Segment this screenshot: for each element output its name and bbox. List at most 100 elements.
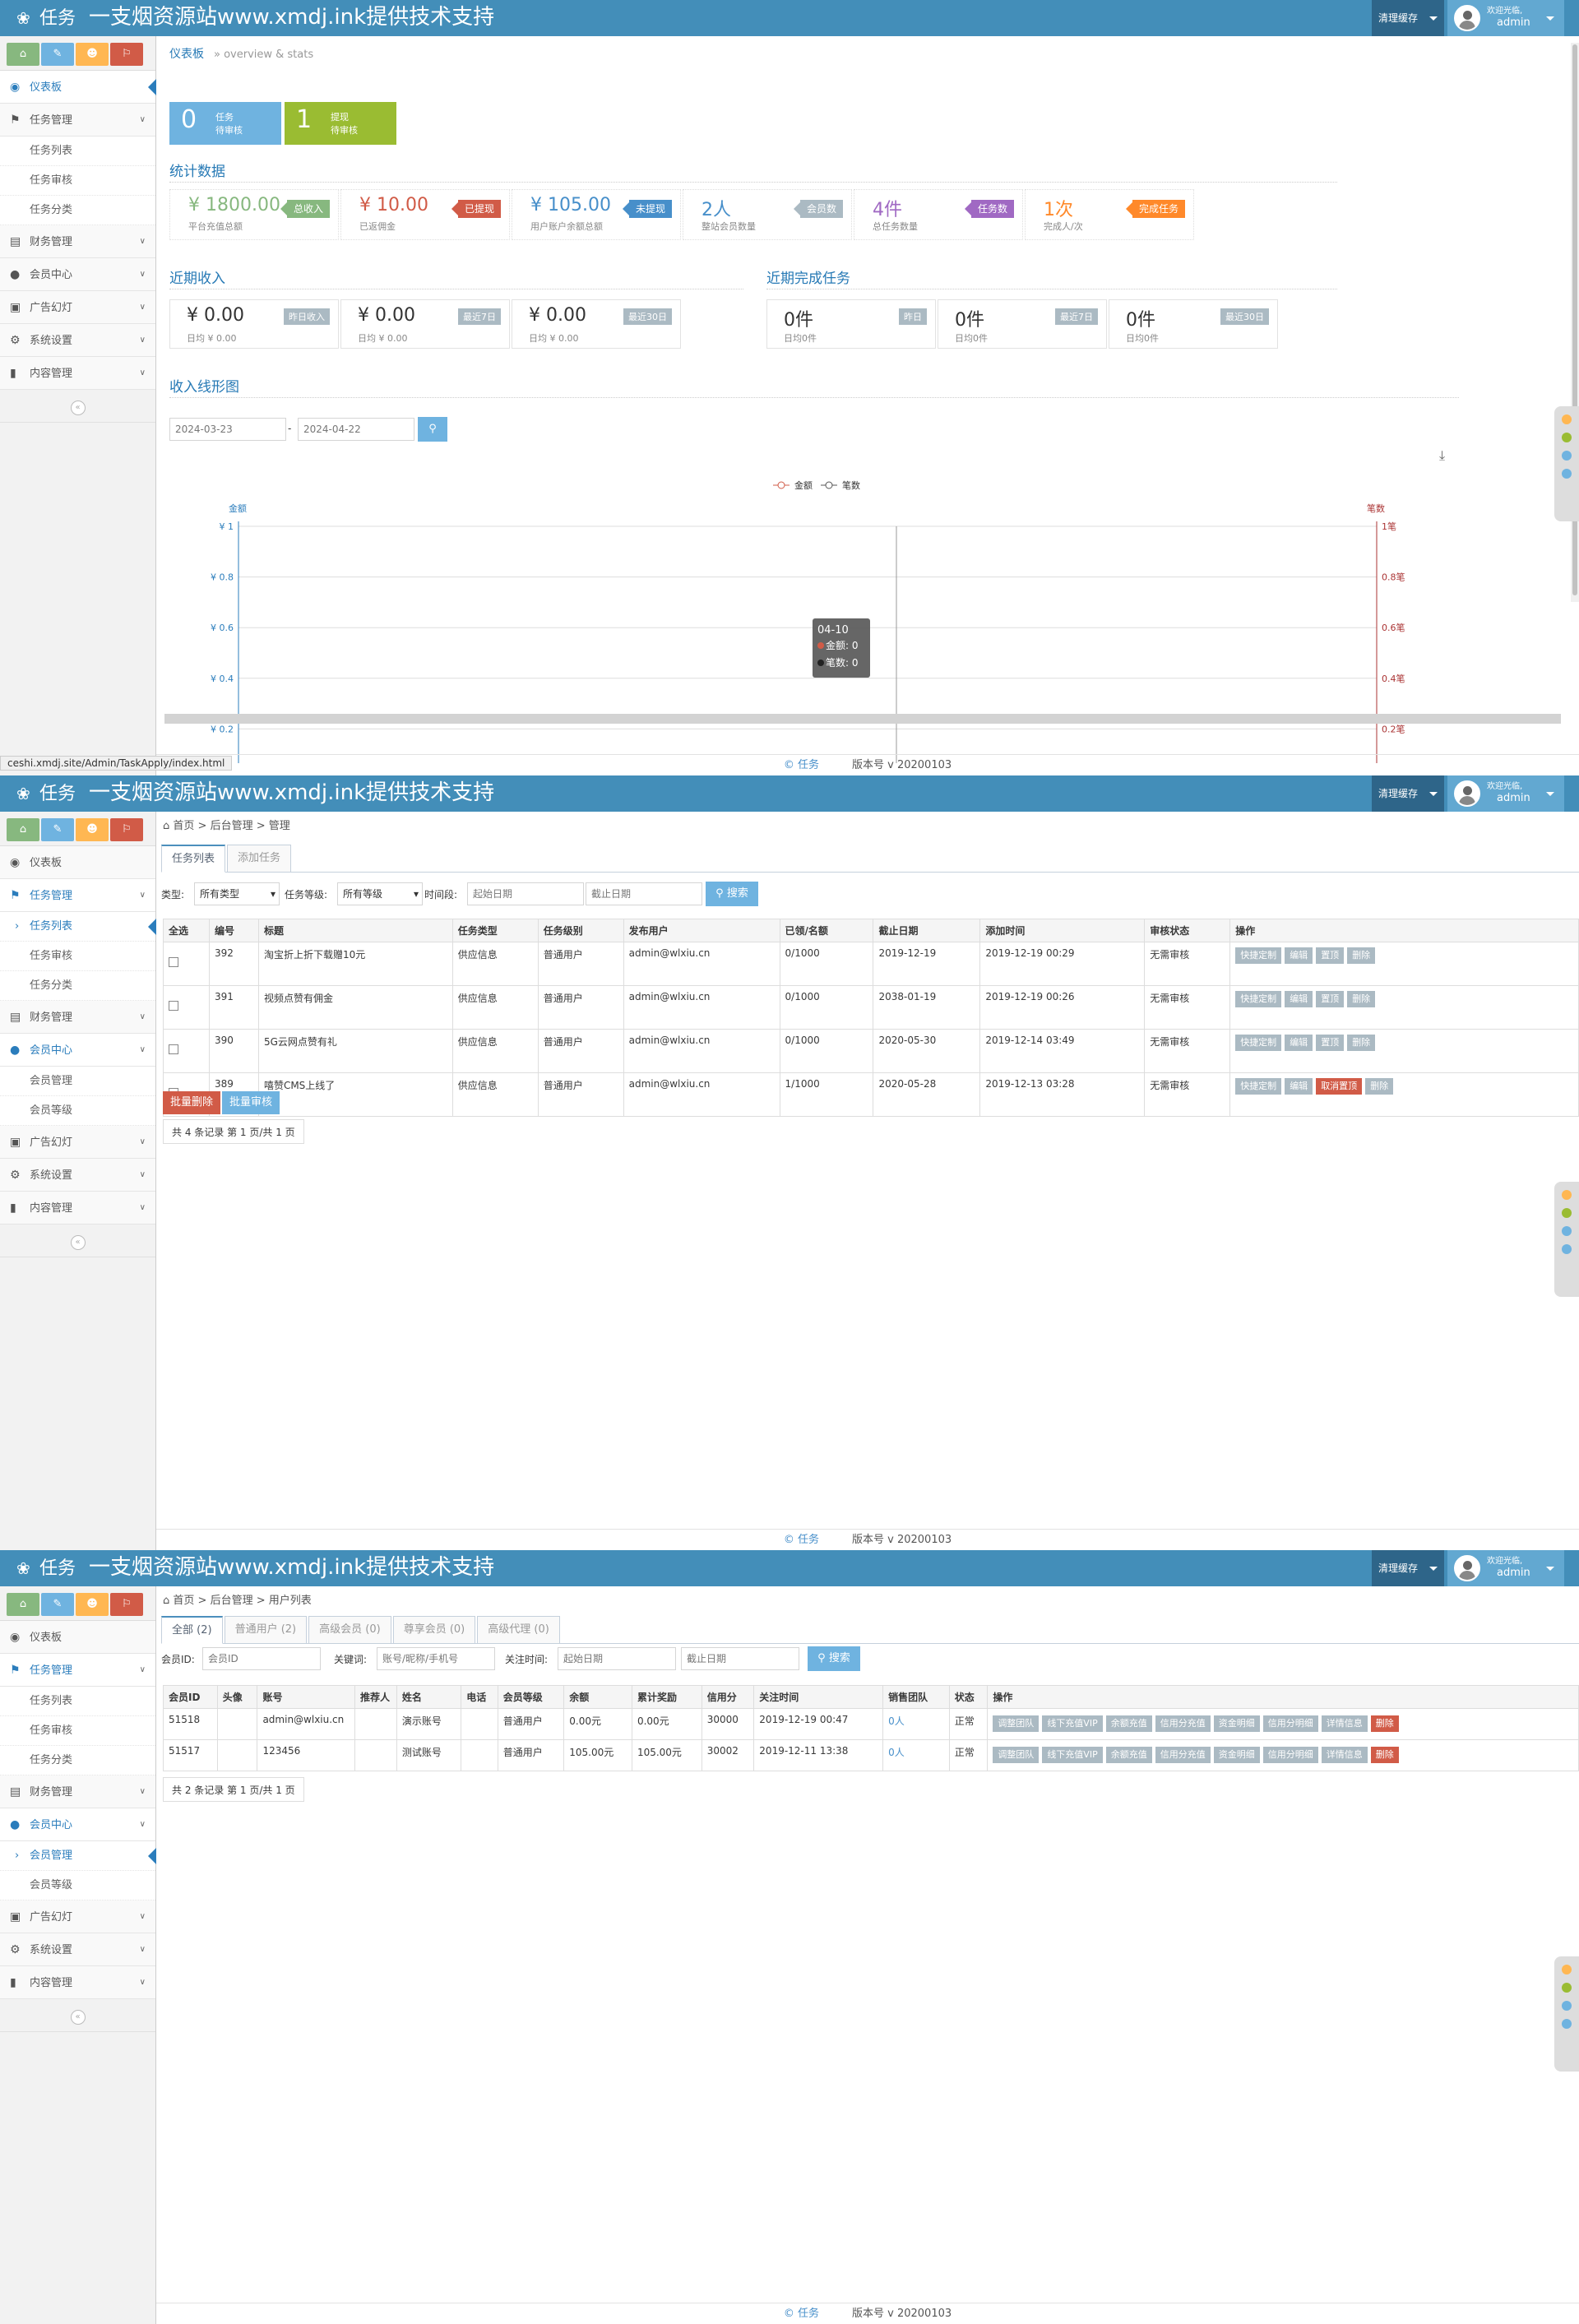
tab-user-filter[interactable]: 全部 (2) xyxy=(161,1616,223,1644)
batch-delete-button[interactable]: 批量删除 xyxy=(163,1091,220,1114)
delete-button[interactable]: 删除 xyxy=(1365,1078,1394,1095)
user-menu[interactable]: 欢迎光临, admin xyxy=(1447,0,1564,36)
member-team-link[interactable]: 0人 xyxy=(882,1708,950,1740)
user-action-button[interactable]: 线下充值VIP xyxy=(1042,1715,1103,1732)
sidebar-subitem-task-cat[interactable]: 任务分类 xyxy=(0,196,155,225)
edit-button[interactable]: 编辑 xyxy=(1285,1078,1313,1095)
user-action-button[interactable]: 详情信息 xyxy=(1321,1747,1368,1763)
sidebar-item-member[interactable]: ● 会员中心 ∨ xyxy=(0,1034,155,1067)
user-action-button[interactable]: 信用分充值 xyxy=(1155,1715,1211,1732)
tab-user-filter[interactable]: 高级会员 (0) xyxy=(308,1616,391,1644)
sidebar-item-ads[interactable]: ▣ 广告幻灯 ∨ xyxy=(0,1900,155,1933)
bell-shortcut-icon[interactable]: ⚐ xyxy=(110,818,143,841)
clear-cache-button[interactable]: 清理缓存 xyxy=(1372,1550,1444,1586)
user-action-button[interactable]: 资金明细 xyxy=(1213,1715,1260,1732)
sidebar-collapse-button[interactable]: « xyxy=(0,1224,155,1257)
sidebar-item-content[interactable]: ▮ 内容管理 ∨ xyxy=(0,357,155,390)
user-action-button[interactable]: 资金明细 xyxy=(1213,1747,1260,1763)
user-action-button[interactable]: 线下充值VIP xyxy=(1042,1747,1103,1763)
end-date-input[interactable]: 截止日期 xyxy=(586,882,702,905)
tab-task-list[interactable]: 任务列表 xyxy=(161,845,226,873)
sidebar-item-content[interactable]: ▮ 内容管理 ∨ xyxy=(0,1192,155,1224)
crumb-home[interactable]: 首页 xyxy=(173,820,194,832)
sidebar-subitem-task-audit[interactable]: 任务审核 xyxy=(0,166,155,196)
pencil-shortcut-icon[interactable]: ✎ xyxy=(41,43,74,66)
member-team-link[interactable]: 0人 xyxy=(882,1739,950,1771)
user-action-button[interactable]: 信用分明细 xyxy=(1262,1747,1318,1763)
keyword-input[interactable]: 账号/昵称/手机号 xyxy=(377,1647,495,1670)
user-action-button[interactable]: 信用分充值 xyxy=(1155,1747,1211,1763)
brand[interactable]: ❀ 任务 一支烟资源站www.xmdj.ink提供技术支持 xyxy=(16,1554,494,1582)
start-date-input[interactable]: 起始日期 xyxy=(467,882,584,905)
unpin-button[interactable]: 取消置顶 xyxy=(1316,1078,1363,1095)
start-date-input[interactable]: 起始日期 xyxy=(558,1647,676,1670)
sidebar-item-task-mgmt[interactable]: ⚑ 任务管理 ∨ xyxy=(0,1654,155,1687)
sidebar-subitem-task-audit[interactable]: 任务审核 xyxy=(0,942,155,971)
user-action-button[interactable]: 余额充值 xyxy=(1105,1747,1152,1763)
sidebar-item-system[interactable]: ⚙ 系统设置 ∨ xyxy=(0,324,155,357)
user-action-button[interactable]: 删除 xyxy=(1370,1715,1399,1732)
pencil-shortcut-icon[interactable]: ✎ xyxy=(41,818,74,841)
column-header[interactable]: 全选 xyxy=(163,919,210,942)
sidebar-collapse-button[interactable]: « xyxy=(0,390,155,423)
edit-button[interactable]: 编辑 xyxy=(1285,947,1313,964)
side-toolbar[interactable] xyxy=(1554,1956,1579,2072)
sidebar-item-member[interactable]: ● 会员中心 ∨ xyxy=(0,258,155,291)
edit-button[interactable]: 编辑 xyxy=(1285,991,1313,1007)
sidebar-item-task-mgmt[interactable]: ⚑ 任务管理 ∨ xyxy=(0,879,155,912)
sidebar-subitem-task-list[interactable]: 任务列表 xyxy=(0,137,155,166)
bell-shortcut-icon[interactable]: ⚐ xyxy=(110,43,143,66)
level-select[interactable]: 所有等级 ▾ xyxy=(337,882,423,905)
delete-button[interactable]: 删除 xyxy=(1347,991,1376,1007)
users-shortcut-icon[interactable]: ☻ xyxy=(76,1593,109,1616)
sidebar-item-ads[interactable]: ▣ 广告幻灯 ∨ xyxy=(0,291,155,324)
user-action-button[interactable]: 详情信息 xyxy=(1321,1715,1368,1732)
side-toolbar[interactable] xyxy=(1554,1182,1579,1297)
user-action-button[interactable]: 调整团队 xyxy=(993,1747,1040,1763)
delete-button[interactable]: 删除 xyxy=(1347,947,1376,964)
sidebar-item-finance[interactable]: ▤ 财务管理 ∨ xyxy=(0,1775,155,1808)
pin-button[interactable]: 置顶 xyxy=(1316,1035,1345,1051)
users-shortcut-icon[interactable]: ☻ xyxy=(76,43,109,66)
crumb-admin[interactable]: 后台管理 xyxy=(211,1595,253,1607)
search-button[interactable]: ⚲ 搜索 xyxy=(808,1646,860,1671)
sidebar-subitem-member-level[interactable]: 会员等级 xyxy=(0,1871,155,1900)
pin-button[interactable]: 置顶 xyxy=(1316,991,1345,1007)
user-action-button[interactable]: 信用分明细 xyxy=(1262,1715,1318,1732)
sidebar-subitem-task-list[interactable]: 任务列表 xyxy=(0,912,156,942)
pending-withdraw-tile[interactable]: 1 提现 待审核 xyxy=(285,102,396,145)
chart-scrollbar[interactable] xyxy=(164,714,1561,724)
sidebar-subitem-member-mgmt[interactable]: 会员管理 xyxy=(0,1067,155,1096)
pencil-shortcut-icon[interactable]: ✎ xyxy=(41,1593,74,1616)
sidebar-subitem-task-cat[interactable]: 任务分类 xyxy=(0,971,155,1001)
clear-cache-button[interactable]: 清理缓存 xyxy=(1372,0,1444,36)
user-action-button[interactable]: 余额充值 xyxy=(1105,1715,1152,1732)
sidebar-item-finance[interactable]: ▤ 财务管理 ∨ xyxy=(0,225,155,258)
row-checkbox[interactable] xyxy=(169,1001,178,1011)
sidebar-subitem-task-audit[interactable]: 任务审核 xyxy=(0,1716,155,1746)
quick-custom-button[interactable]: 快捷定制 xyxy=(1235,1078,1282,1095)
pin-button[interactable]: 置顶 xyxy=(1316,947,1345,964)
tab-add-task[interactable]: 添加任务 xyxy=(227,845,292,873)
sidebar-item-finance[interactable]: ▤ 财务管理 ∨ xyxy=(0,1001,155,1034)
sidebar-item-dashboard[interactable]: ◉ 仪表板 xyxy=(0,71,156,104)
user-menu[interactable]: 欢迎光临, admin xyxy=(1447,775,1564,812)
home-shortcut-icon[interactable]: ⌂ xyxy=(7,1593,39,1616)
brand[interactable]: ❀ 任务 一支烟资源站www.xmdj.ink提供技术支持 xyxy=(16,780,494,808)
sidebar-subitem-member-level[interactable]: 会员等级 xyxy=(0,1096,155,1126)
download-icon[interactable]: ⤓ xyxy=(1439,447,1445,464)
sidebar-item-system[interactable]: ⚙ 系统设置 ∨ xyxy=(0,1933,155,1966)
home-shortcut-icon[interactable]: ⌂ xyxy=(7,818,39,841)
search-button[interactable]: ⚲ 搜索 xyxy=(706,882,758,906)
home-shortcut-icon[interactable]: ⌂ xyxy=(7,43,39,66)
sidebar-subitem-member-mgmt[interactable]: 会员管理 xyxy=(0,1841,156,1871)
tab-user-filter[interactable]: 普通用户 (2) xyxy=(224,1616,308,1644)
crumb-home[interactable]: 首页 xyxy=(173,1595,194,1607)
quick-custom-button[interactable]: 快捷定制 xyxy=(1235,947,1282,964)
sidebar-item-ads[interactable]: ▣ 广告幻灯 ∨ xyxy=(0,1126,155,1159)
user-menu[interactable]: 欢迎光临, admin xyxy=(1447,1550,1564,1586)
sidebar-item-content[interactable]: ▮ 内容管理 ∨ xyxy=(0,1966,155,1999)
row-checkbox[interactable] xyxy=(169,1044,178,1054)
pending-tasks-tile[interactable]: 0 任务 待审核 xyxy=(169,102,281,145)
edit-button[interactable]: 编辑 xyxy=(1285,1035,1313,1051)
